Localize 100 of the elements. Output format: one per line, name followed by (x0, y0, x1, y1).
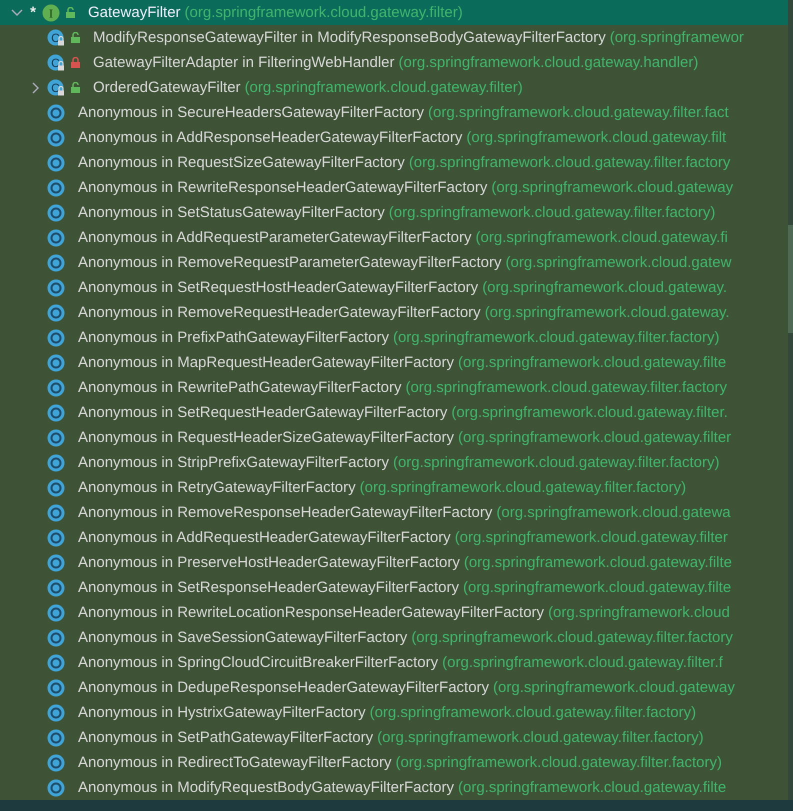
anonymous-class-icon (47, 254, 65, 272)
package-name: (org.springframework.cloud.gateway.filter.factory (405, 379, 727, 396)
tree-row[interactable]: Anonymous in SetStatusGatewayFilterFactory (org.springframework.cloud.gateway.filter.factory) (0, 200, 788, 225)
anonymous-class-icon (47, 404, 65, 422)
class-name: Anonymous in RemoveRequestParameterGatewayFilterFactory (78, 254, 502, 271)
package-name: (org.springframework.cloud.gateway.filt (466, 129, 726, 146)
class-name: Anonymous in RewriteLocationResponseHeaderGatewayFilterFactory (78, 604, 544, 621)
package-name: (org.springframework.cloud.gateway.filter. (451, 404, 728, 421)
anonymous-class-icon (47, 778, 65, 796)
package-name: (org.springframework.cloud.gatew (506, 254, 732, 271)
anonymous-class-icon (47, 204, 65, 222)
package-name: (org.springframework.cloud.gatewa (496, 504, 731, 521)
package-name: (org.springframework.cloud.gateway.filter.f (442, 654, 723, 671)
tree-row[interactable]: Anonymous in ModifyRequestBodyGatewayFilterFactory (org.springframework.cloud.gateway.filte (0, 775, 788, 800)
class-name: Anonymous in RetryGatewayFilterFactory (78, 479, 356, 496)
tree-row[interactable]: Anonymous in RemoveResponseHeaderGatewayFilterFactory (org.springframework.cloud.gatewa (0, 500, 788, 525)
class-name: Anonymous in RemoveRequestHeaderGatewayFilterFactory (78, 304, 481, 321)
tree-row[interactable]: Anonymous in AddRequestParameterGatewayFilterFactory (org.springframework.cloud.gateway.fi (0, 225, 788, 250)
class-name: Anonymous in SaveSessionGatewayFilterFactory (78, 629, 408, 646)
anonymous-class-icon (47, 354, 65, 372)
tree-row[interactable]: Anonymous in RedirectToGatewayFilterFactory (org.springframework.cloud.gateway.filter.factory) (0, 750, 788, 775)
tree-row[interactable]: Anonymous in HystrixGatewayFilterFactory (org.springframework.cloud.gateway.filter.factory) (0, 700, 788, 725)
tree-row[interactable]: Anonymous in PrefixPathGatewayFilterFactory (org.springframework.cloud.gateway.filter.factory) (0, 325, 788, 350)
tree-row[interactable]: Anonymous in AddRequestHeaderGatewayFilterFactory (org.springframework.cloud.gateway.filter (0, 525, 788, 550)
anonymous-class-icon (47, 654, 65, 672)
tree-row[interactable]: Anonymous in StripPrefixGatewayFilterFactory (org.springframework.cloud.gateway.filter.factory) (0, 450, 788, 475)
tree-row[interactable]: Anonymous in RewritePathGatewayFilterFactory (org.springframework.cloud.gateway.filter.factory (0, 375, 788, 400)
package-name: (org.springframework.cloud.gateway.filte (464, 554, 732, 571)
package-name: (org.springframework.cloud.gateway.filter.factory) (360, 479, 686, 496)
class-name: Anonymous in SetRequestHostHeaderGatewayFilterFactory (78, 279, 478, 296)
package-name: (org.springframewor (610, 29, 744, 46)
class-name: Anonymous in AddRequestHeaderGatewayFilterFactory (78, 529, 451, 546)
tree-row[interactable]: Anonymous in RewriteResponseHeaderGatewayFilterFactory (org.springframework.cloud.gateway (0, 175, 788, 200)
package-name: (org.springframework.cloud.gateway (493, 679, 735, 696)
package-name: (org.springframework.cloud.gateway.filte (458, 354, 726, 371)
class-name: Anonymous in RewriteResponseHeaderGatewayFilterFactory (78, 179, 488, 196)
tree-row[interactable]: Anonymous in SetResponseHeaderGatewayFilterFactory (org.springframework.cloud.gateway.filte (0, 575, 788, 600)
class-name: Anonymous in MapRequestHeaderGatewayFilterFactory (78, 354, 454, 371)
package-name: (org.springframework.cloud.gateway.filter (454, 529, 728, 546)
tree-row[interactable]: Anonymous in MapRequestHeaderGatewayFilterFactory (org.springframework.cloud.gateway.filte (0, 350, 788, 375)
package-name: (org.springframework.cloud.gateway.filter.factory) (388, 204, 716, 221)
tree-row[interactable]: Anonymous in SetRequestHostHeaderGatewayFilterFactory (org.springframework.cloud.gateway. (0, 275, 788, 300)
anonymous-class-icon (47, 304, 65, 322)
class-name: GatewayFilterAdapter in FilteringWebHandler (93, 54, 395, 71)
class-name: Anonymous in AddResponseHeaderGatewayFilterFactory (78, 129, 462, 146)
tree-row[interactable]: Anonymous in PreserveHostHeaderGatewayFilterFactory (org.springframework.cloud.gateway.filte (0, 550, 788, 575)
class-name: Anonymous in SetRequestHeaderGatewayFilterFactory (78, 404, 448, 421)
tree-row[interactable]: Anonymous in RemoveRequestHeaderGatewayFilterFactory (org.springframework.cloud.gateway. (0, 300, 788, 325)
package-name: (org.springframework.cloud.gateway.filter.factory) (370, 704, 696, 721)
class-name: Anonymous in ModifyRequestBodyGatewayFilterFactory (78, 779, 454, 796)
class-name: Anonymous in AddRequestParameterGatewayFilterFactory (78, 229, 472, 246)
tree-row[interactable]: Anonymous in RetryGatewayFilterFactory (org.springframework.cloud.gateway.filter.factory) (0, 475, 788, 500)
package-name: (org.springframework.cloud.gateway.filter.factory) (377, 729, 704, 746)
tree-row[interactable]: Anonymous in RemoveRequestParameterGatewayFilterFactory (org.springframework.cloud.gatew (0, 250, 788, 275)
anonymous-class-icon (47, 578, 65, 596)
tree-row[interactable]: Anonymous in RewriteLocationResponseHeaderGatewayFilterFactory (org.springframework.cloud (0, 600, 788, 625)
package-name: (org.springframework.cloud.gateway.filter.factory (408, 154, 730, 171)
tree-row[interactable]: Anonymous in RequestSizeGatewayFilterFactory (org.springframework.cloud.gateway.filter.factory (0, 150, 788, 175)
package-name: (org.springframework.cloud.gateway.filter.factory) (395, 754, 722, 771)
package-name: (org.springframework.cloud.gateway.filter.fact (428, 104, 729, 121)
class-name: OrderedGatewayFilter (93, 79, 241, 96)
tree-row[interactable]: * I GatewayFilter (org.springframework.cloud.gateway.filter) (0, 0, 788, 25)
anonymous-class-icon (47, 428, 65, 446)
interface-icon: I (42, 4, 60, 22)
tree-row[interactable]: Anonymous in SetRequestHeaderGatewayFilterFactory (org.springframework.cloud.gateway.filter. (0, 400, 788, 425)
class-name: Anonymous in RewritePathGatewayFilterFactory (78, 379, 402, 396)
anonymous-class-icon (47, 704, 65, 722)
tree-row[interactable]: Anonymous in DedupeResponseHeaderGatewayFilterFactory (org.springframework.cloud.gateway (0, 675, 788, 700)
tree-row[interactable]: Anonymous in RequestHeaderSizeGatewayFilterFactory (org.springframework.cloud.gateway.filter (0, 425, 788, 450)
anonymous-class-icon (47, 478, 65, 496)
anonymous-class-icon (47, 528, 65, 546)
package-name: (org.springframework.cloud.gateway (491, 179, 734, 196)
package-name: (org.springframework.cloud.gateway.filter.factory (411, 629, 733, 646)
class-name: Anonymous in HystrixGatewayFilterFactory (78, 704, 366, 721)
anonymous-class-icon (47, 754, 65, 772)
anonymous-class-icon (47, 178, 65, 196)
chevron-right-icon[interactable] (32, 82, 40, 94)
anonymous-class-icon (47, 154, 65, 172)
tree-row[interactable]: Anonymous in SetPathGatewayFilterFactory (org.springframework.cloud.gateway.filter.factory) (0, 725, 788, 750)
tree-row[interactable]: Anonymous in SecureHeadersGatewayFilterFactory (org.springframework.cloud.gateway.filter.fact (0, 100, 788, 125)
class-name: Anonymous in StripPrefixGatewayFilterFactory (78, 454, 389, 471)
package-name: (org.springframework.cloud (548, 604, 730, 621)
tree-row[interactable]: Anonymous in AddResponseHeaderGatewayFilterFactory (org.springframework.cloud.gateway.filt (0, 125, 788, 150)
package-name: (org.springframework.cloud.gateway.filter.factory) (392, 454, 720, 471)
scrollbar-thumb[interactable] (788, 225, 793, 333)
class-name: Anonymous in DedupeResponseHeaderGatewayFilterFactory (78, 679, 490, 696)
class-name: Anonymous in RemoveResponseHeaderGatewayFilterFactory (78, 504, 492, 521)
anonymous-class-icon (47, 728, 65, 746)
tree-row[interactable]: Anonymous in SpringCloudCircuitBreakerFilterFactory (org.springframework.cloud.gateway.filter.f (0, 650, 788, 675)
tree-row[interactable]: Anonymous in SaveSessionGatewayFilterFactory (org.springframework.cloud.gateway.filter.factory (0, 625, 788, 650)
package-name: (org.springframework.cloud.gateway. (482, 279, 728, 296)
anonymous-class-icon (47, 554, 65, 572)
chevron-down-icon[interactable] (11, 8, 23, 16)
package-name: (org.springframework.cloud.gateway.filter (458, 429, 732, 446)
class-name: Anonymous in RedirectToGatewayFilterFactory (78, 754, 392, 771)
anonymous-class-icon (47, 628, 65, 646)
class-name: Anonymous in SecureHeadersGatewayFilterFactory (78, 104, 424, 121)
package-name: (org.springframework.cloud.gateway.filte (458, 779, 726, 796)
class-name: ModifyResponseGatewayFilter in ModifyResponseBodyGatewayFilterFactory (93, 29, 606, 46)
package-name: (org.springframework.cloud.gateway.filter) (244, 79, 523, 96)
